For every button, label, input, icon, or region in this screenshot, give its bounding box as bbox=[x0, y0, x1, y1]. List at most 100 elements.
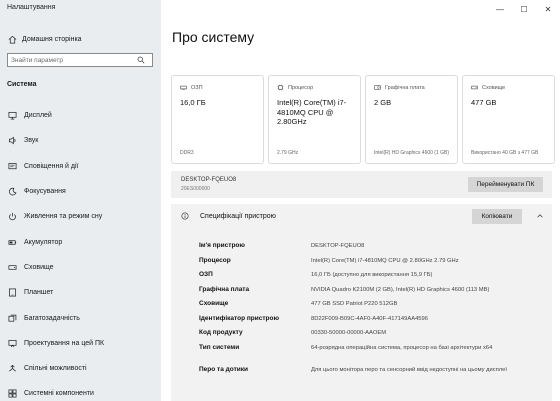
card-value: 477 GB bbox=[471, 98, 497, 107]
card-header: Сховище bbox=[482, 84, 506, 91]
sidebar-item-tablet[interactable]: Планшет bbox=[0, 280, 161, 305]
nav-list: Дисплей Звук Сповіщення й дії Фокусуванн… bbox=[0, 103, 161, 401]
ram-icon bbox=[180, 85, 187, 90]
card-subtext: DDR3 bbox=[180, 150, 194, 156]
sidebar-item-projecting[interactable]: Проектування на цей ПК bbox=[0, 331, 161, 356]
sidebar-item-label: Планшет bbox=[24, 289, 54, 297]
card-value: 16,0 ГБ bbox=[180, 98, 206, 107]
drive-icon bbox=[471, 85, 478, 90]
card-storage: Сховище 477 GB Використано 40 GB з 477 G… bbox=[462, 75, 555, 164]
sidebar-item-label: Спільні можливості bbox=[24, 365, 87, 373]
card-header: Процесор bbox=[288, 84, 314, 91]
sidebar-item-storage[interactable]: Сховище bbox=[0, 255, 161, 280]
shared-icon bbox=[9, 364, 16, 372]
sidebar: Налаштування Домашня сторінка Система Ди… bbox=[0, 0, 161, 401]
search-icon[interactable] bbox=[137, 56, 145, 64]
sidebar-item-shared[interactable]: Спільні можливості bbox=[0, 356, 161, 381]
spec-key: Ідентифікатор пристрою bbox=[199, 314, 280, 322]
spec-value: Для цього монітора перо та сенсорний вві… bbox=[311, 366, 508, 373]
sidebar-item-label: Живлення та режим сну bbox=[24, 213, 103, 221]
section-title: Система bbox=[7, 81, 37, 88]
spec-row: Графічна плата NVIDIA Quadro K2100M (2 GB… bbox=[199, 285, 544, 300]
card-subtext: Intel(R) HD Graphics 4600 (1 GB) bbox=[374, 150, 450, 156]
spec-value: DESKTOP-FQEUO8 bbox=[311, 243, 365, 249]
card-value: 2 GB bbox=[374, 98, 392, 107]
spec-value: 16,0 ГБ (доступно для використання 15,9 … bbox=[311, 272, 433, 278]
chevron-up-icon[interactable] bbox=[536, 212, 544, 220]
search-input[interactable] bbox=[11, 56, 137, 64]
spec-key: Код продукту bbox=[199, 329, 243, 336]
spec-value: 00330-50000-00000-AAOEM bbox=[311, 330, 387, 336]
sidebar-item-label: Багатозадачність bbox=[24, 314, 80, 322]
home-icon bbox=[8, 35, 17, 43]
multitasking-icon bbox=[8, 314, 17, 322]
spec-row: Ідентифікатор пристрою 8D22F009-B09C-4AF0… bbox=[199, 314, 544, 329]
spec-row: Сховище 477 GB SSD Patriot P220 512GB bbox=[199, 299, 544, 314]
sidebar-item-power[interactable]: Живлення та режим сну bbox=[0, 204, 161, 229]
copy-button[interactable]: Копіювати bbox=[472, 209, 522, 224]
device-name: DESKTOP-FQEUO8 bbox=[181, 177, 237, 183]
sidebar-item-components[interactable]: Системні компоненти bbox=[0, 381, 161, 401]
card-header: ОЗП bbox=[191, 84, 203, 91]
page-title: Про систему bbox=[172, 29, 255, 45]
spec-value: 64-розрядна операційна система, процесор… bbox=[311, 344, 493, 351]
info-icon bbox=[181, 212, 189, 220]
sidebar-item-label: Акумулятор bbox=[24, 238, 63, 246]
search-box[interactable] bbox=[7, 53, 153, 67]
spec-key: Графічна плата bbox=[199, 285, 250, 293]
device-specs-panel: Специфікації пристрою Копіювати Ім'я при… bbox=[171, 204, 552, 401]
sidebar-item-label: Сповіщення й дії bbox=[24, 162, 79, 170]
rename-pc-button[interactable]: Перейменувати ПК bbox=[468, 177, 543, 192]
spec-rows: Ім'я пристрою DESKTOP-FQEUO8 Процесор Inte… bbox=[199, 241, 544, 387]
specs-title: Специфікації пристрою bbox=[200, 213, 276, 220]
spec-value: Intel(R) Core(TM) i7-4810MQ CPU @ 2.80GH… bbox=[311, 257, 459, 264]
card-ram: ОЗП 16,0 ГБ DDR3 bbox=[171, 75, 264, 164]
spec-key: Тип системи bbox=[199, 343, 240, 351]
sidebar-item-label: Фокусування bbox=[24, 188, 66, 196]
battery-icon bbox=[8, 239, 17, 245]
window-controls: — ☐ ✕ bbox=[488, 0, 560, 18]
cpu-icon bbox=[277, 84, 284, 91]
card-subtext: Використано 40 GB з 477 GB bbox=[471, 150, 539, 156]
gpu-icon bbox=[374, 85, 381, 90]
card-subtext: 2.79 GHz bbox=[277, 150, 299, 156]
power-icon bbox=[9, 213, 16, 221]
spec-row: Процесор Intel(R) Core(TM) i7-4810MQ CPU … bbox=[199, 256, 544, 271]
spec-key: Сховище bbox=[199, 300, 229, 307]
home-link[interactable]: Домашня сторінка bbox=[8, 34, 82, 44]
spec-key: ОЗП bbox=[199, 271, 213, 278]
moon-icon bbox=[9, 187, 17, 196]
summary-cards: ОЗП 16,0 ГБ DDR3 Процесор Intel(R) Core(… bbox=[171, 75, 555, 164]
sidebar-item-multitasking[interactable]: Багатозадачність bbox=[0, 305, 161, 330]
card-value: Intel(R) Core(TM) i7-4810MQ CPU @ 2.80GH… bbox=[277, 98, 347, 126]
sidebar-item-display[interactable]: Дисплей bbox=[0, 103, 161, 128]
device-model: 20ES000000 bbox=[181, 186, 210, 192]
close-button[interactable]: ✕ bbox=[536, 0, 560, 18]
storage-icon bbox=[8, 265, 17, 270]
spec-row: Код продукту 00330-50000-00000-AAOEM bbox=[199, 328, 544, 343]
card-cpu: Процесор Intel(R) Core(TM) i7-4810MQ CPU… bbox=[268, 75, 361, 164]
sidebar-item-notifications[interactable]: Сповіщення й дії bbox=[0, 154, 161, 179]
spec-key: Процесор bbox=[199, 256, 231, 264]
sidebar-item-label: Проектування на цей ПК bbox=[24, 339, 105, 347]
sidebar-item-battery[interactable]: Акумулятор bbox=[0, 229, 161, 254]
card-header: Графічна плата bbox=[385, 84, 425, 91]
maximize-button[interactable]: ☐ bbox=[512, 0, 536, 18]
sidebar-item-label: Дисплей bbox=[24, 112, 52, 120]
projecting-icon bbox=[8, 339, 17, 347]
specs-header[interactable]: Специфікації пристрою Копіювати bbox=[171, 204, 552, 228]
sidebar-item-label: Сховище bbox=[24, 263, 54, 271]
sidebar-item-sound[interactable]: Звук bbox=[0, 128, 161, 153]
spec-value: 8D22F009-B09C-4AF0-A40F-417149AA4596 bbox=[311, 315, 428, 322]
spec-row: Перо та дотики Для цього монітора перо та… bbox=[199, 365, 544, 387]
main-content: — ☐ ✕ Про систему ОЗП 16,0 ГБ DDR3 Проце… bbox=[161, 0, 560, 401]
sidebar-item-label: Системні компоненти bbox=[24, 390, 94, 398]
speaker-icon bbox=[8, 137, 16, 145]
minimize-button[interactable]: — bbox=[488, 0, 512, 18]
spec-value: 477 GB SSD Patriot P220 512GB bbox=[311, 301, 398, 307]
spec-row: Ім'я пристрою DESKTOP-FQEUO8 bbox=[199, 241, 544, 256]
sidebar-item-focus[interactable]: Фокусування bbox=[0, 179, 161, 204]
spec-row: ОЗП 16,0 ГБ (доступно для використання 15… bbox=[199, 270, 544, 285]
app-title: Налаштування bbox=[7, 4, 56, 11]
sidebar-item-label: Звук bbox=[24, 137, 39, 145]
